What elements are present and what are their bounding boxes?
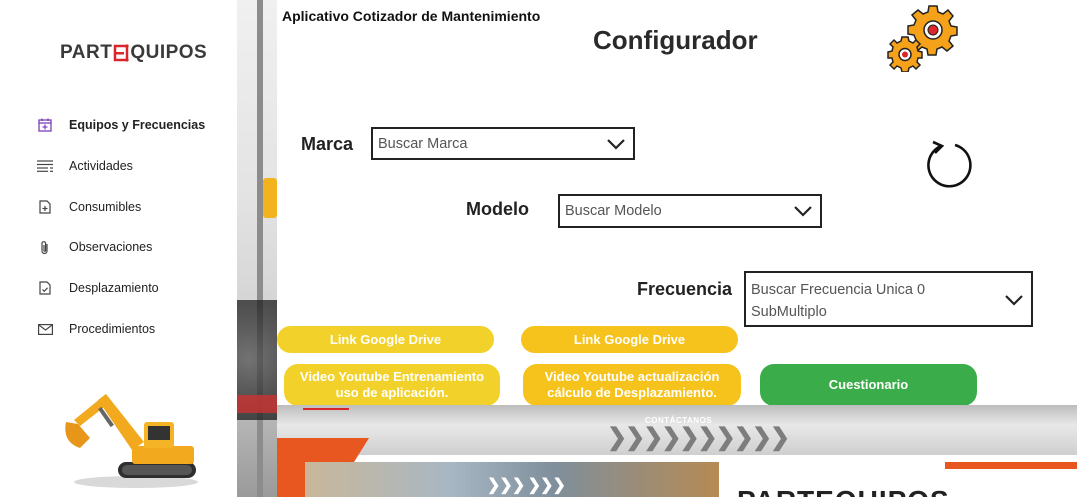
modelo-label: Modelo — [466, 199, 529, 219]
modelo-dropdown[interactable]: Buscar Modelo — [558, 194, 822, 228]
button-label-line2: cálculo de Desplazamiento. — [547, 385, 717, 400]
frecuencia-placeholder-line1: Buscar Frecuencia Unica 0 — [751, 282, 926, 298]
sidebar-item-desplazamiento[interactable]: Desplazamiento — [0, 273, 237, 303]
chevron-down-icon — [607, 138, 625, 150]
sidebar-item-label: Actividades — [69, 159, 133, 173]
main-panel: Aplicativo Cotizador de Mantenimiento Co… — [277, 0, 1084, 406]
bottom-banner: CONTÁCTANOS ❯❯❯❯❯❯❯❯❯❯ ❯❯❯ ❯❯❯ PARTEQUIP… — [277, 405, 1084, 497]
sidebar-item-label: Equipos y Frecuencias — [69, 118, 206, 132]
video-entrenamiento-button[interactable]: Video Youtube Entrenamiento uso de aplic… — [284, 364, 500, 406]
sidebar-item-actividades[interactable]: Actividades — [0, 151, 237, 181]
sidebar: PART QUIPOS Equipos y Frecuencias Activi… — [0, 0, 237, 497]
sidebar-item-label: Procedimientos — [69, 322, 156, 336]
sidebar-item-equipos-frecuencias[interactable]: Equipos y Frecuencias — [0, 110, 237, 140]
logo-text-right: QUIPOS — [130, 42, 208, 63]
marca-placeholder: Buscar Marca — [378, 135, 468, 152]
frecuencia-dropdown[interactable]: Buscar Frecuencia Unica 0 SubMultiplo — [744, 271, 1033, 327]
add-document-icon — [37, 199, 53, 215]
partequipos-logo: PART QUIPOS — [60, 42, 207, 64]
chevron-arrows-icon: ❯❯❯❯❯❯❯❯❯❯ — [607, 424, 790, 451]
photo-arrows-icon: ❯❯❯ ❯❯❯ — [487, 477, 566, 494]
banner-orange-line — [945, 462, 1077, 469]
paperclip-icon — [37, 239, 53, 255]
logo-text-left: PART — [60, 42, 113, 63]
link-google-drive-button-2[interactable]: Link Google Drive — [521, 326, 738, 353]
frecuencia-placeholder-line2: SubMultiplo — [751, 304, 827, 320]
app-title: Aplicativo Cotizador de Mantenimiento — [282, 8, 541, 24]
banner-red-line — [303, 408, 349, 410]
button-label-line1: Video Youtube Entrenamiento — [299, 369, 485, 384]
calendar-icon — [37, 117, 53, 133]
sidebar-item-observaciones[interactable]: Observaciones — [0, 232, 237, 262]
mail-icon — [37, 321, 53, 337]
logo-gear-icon — [113, 44, 129, 62]
sidebar-item-label: Consumibles — [69, 200, 142, 214]
button-label-line2: uso de aplicación. — [335, 385, 449, 400]
background-photo-strip — [237, 0, 277, 497]
sidebar-item-consumibles[interactable]: Consumibles — [0, 192, 237, 222]
video-desplazamiento-button[interactable]: Video Youtube actualización cálculo de D… — [523, 364, 741, 406]
sidebar-item-procedimientos[interactable]: Procedimientos — [0, 314, 237, 344]
link-google-drive-button-1[interactable]: Link Google Drive — [277, 326, 494, 353]
gears-icon — [887, 5, 958, 72]
frecuencia-label: Frecuencia — [637, 279, 733, 299]
sidebar-item-label: Observaciones — [69, 240, 153, 254]
checked-document-icon — [37, 280, 53, 296]
chevron-down-icon — [1005, 295, 1023, 306]
marca-dropdown[interactable]: Buscar Marca — [371, 127, 635, 160]
button-label-line1: Video Youtube actualización — [544, 369, 720, 384]
banner-brand-logo: PARTEQUIPOS — [737, 485, 950, 497]
chevron-down-icon — [794, 206, 812, 217]
sidebar-item-label: Desplazamiento — [69, 281, 159, 295]
refresh-icon[interactable] — [923, 138, 975, 190]
list-icon — [37, 158, 53, 174]
marca-label: Marca — [301, 134, 354, 154]
cuestionario-button[interactable]: Cuestionario — [760, 364, 977, 406]
page-title: Configurador — [593, 25, 758, 55]
excavator-illustration — [65, 394, 198, 488]
modelo-placeholder: Buscar Modelo — [565, 203, 662, 219]
